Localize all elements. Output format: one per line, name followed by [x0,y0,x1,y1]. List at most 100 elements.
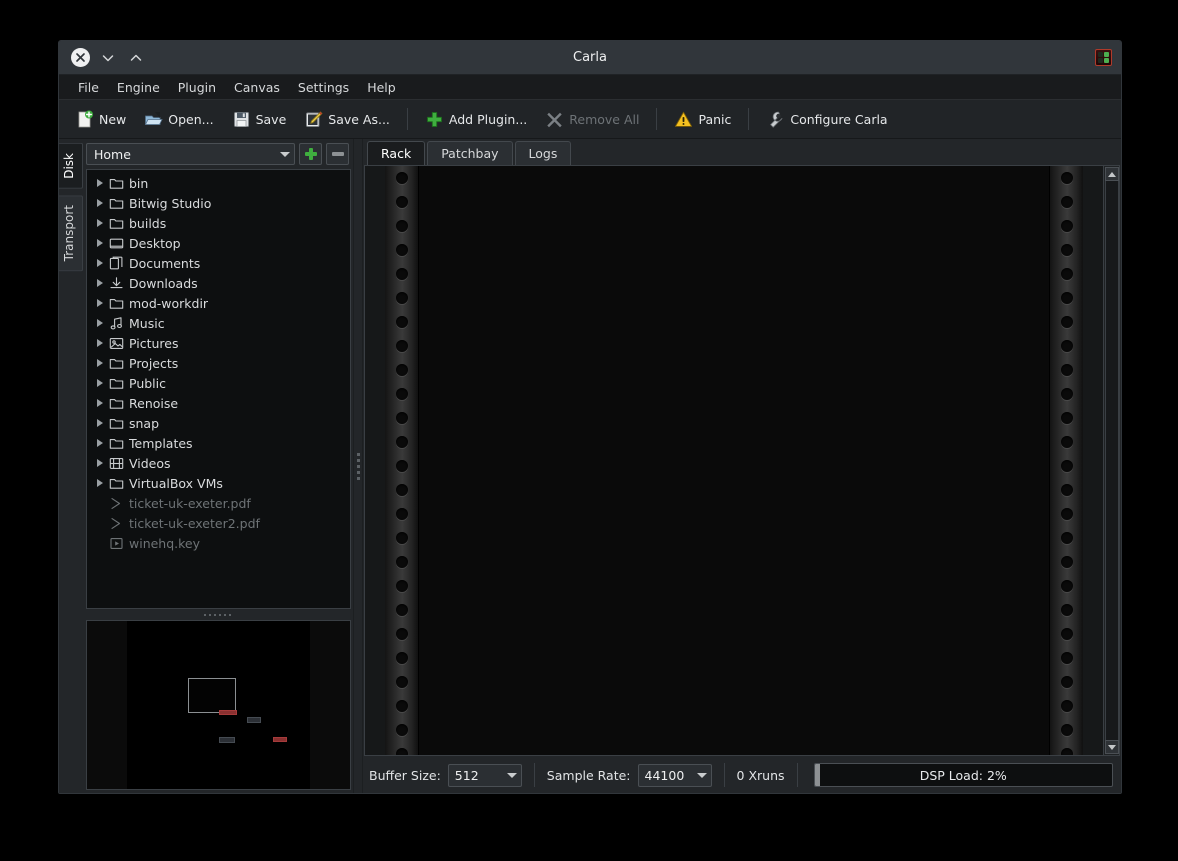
expand-arrow-icon[interactable] [93,219,107,227]
remove-location-button[interactable] [326,143,349,165]
videos-film-icon [107,456,126,471]
file-tree-row-label: mod-workdir [129,295,209,311]
file-tree-row[interactable]: Projects [87,353,350,373]
new-button[interactable]: New [67,106,134,133]
file-tree-row-label: Documents [129,255,201,271]
rack-rail-hole [395,556,408,568]
minimap-selection-rectangle[interactable] [188,678,236,713]
rack-rail-hole [395,484,408,496]
file-tree-row[interactable]: VirtualBox VMs [87,473,350,493]
location-combo[interactable]: Home [86,143,295,165]
configure-carla-button[interactable]: Configure Carla [758,106,895,133]
minimize-button[interactable] [95,45,121,71]
scroll-down-button[interactable] [1104,740,1119,754]
right-pane: Rack Patchbay Logs Buffer Size: 512 Samp… [363,139,1121,793]
chevron-down-icon [280,151,290,157]
window-title: Carla [573,50,607,65]
file-tree-row[interactable]: Templates [87,433,350,453]
rack-scrollbar[interactable] [1103,166,1119,755]
scroll-up-button[interactable] [1104,167,1119,181]
menu-file[interactable]: File [69,77,108,98]
music-note-icon [107,316,126,331]
close-button[interactable] [67,45,93,71]
expand-arrow-icon[interactable] [93,339,107,347]
sidebar-item-disk[interactable]: Disk [59,143,83,189]
file-tree-row[interactable]: Desktop [87,233,350,253]
tab-rack[interactable]: Rack [367,141,426,165]
menu-engine[interactable]: Engine [108,77,169,98]
rack-rail-hole [1060,532,1073,544]
menu-settings[interactable]: Settings [289,77,358,98]
sample-rate-select[interactable]: 44100 [637,763,712,787]
file-tree-row[interactable]: Public [87,373,350,393]
add-location-button[interactable] [299,143,322,165]
expand-arrow-icon[interactable] [93,439,107,447]
file-tree-row-label: Templates [129,435,193,451]
file-tree-row[interactable]: builds [87,213,350,233]
tab-patchbay[interactable]: Patchbay [427,141,513,165]
file-tree-row[interactable]: mod-workdir [87,293,350,313]
vertical-splitter[interactable] [353,139,363,793]
file-tree-row[interactable]: ticket-uk-exeter.pdf [87,493,350,513]
save-button[interactable]: Save [224,106,295,133]
minimap-plugin-box [219,710,237,715]
file-tree-row-label: Music [129,315,165,331]
file-tree-row[interactable]: bin [87,173,350,193]
pdf-file-icon [107,516,126,531]
tab-logs[interactable]: Logs [514,141,572,165]
file-tree-row[interactable]: Renoise [87,393,350,413]
panic-button[interactable]: Panic [666,106,739,133]
rack-rail-hole [1060,268,1073,280]
buffer-size-select[interactable]: 512 [447,763,522,787]
menu-plugin[interactable]: Plugin [169,77,225,98]
file-tree-row[interactable]: Music [87,313,350,333]
scrollbar-track[interactable] [1104,181,1119,740]
expand-arrow-icon[interactable] [93,279,107,287]
expand-arrow-icon[interactable] [93,459,107,467]
minimap-plugin-box [273,737,287,742]
expand-arrow-icon[interactable] [93,479,107,487]
expand-arrow-icon[interactable] [93,319,107,327]
rack-rail-hole [1060,676,1073,688]
folder-icon [107,296,126,311]
folder-icon [107,216,126,231]
menu-help[interactable]: Help [358,77,405,98]
open-button[interactable]: Open... [136,106,221,133]
expand-arrow-icon[interactable] [93,399,107,407]
expand-arrow-icon[interactable] [93,419,107,427]
file-tree-row[interactable]: Bitwig Studio [87,193,350,213]
file-tree-row[interactable]: Videos [87,453,350,473]
horizontal-splitter[interactable] [83,609,351,620]
expand-arrow-icon[interactable] [93,259,107,267]
file-tree-row[interactable]: ticket-uk-exeter2.pdf [87,513,350,533]
file-tree-row[interactable]: winehq.key [87,533,350,553]
expand-arrow-icon[interactable] [93,239,107,247]
save-floppy-icon [232,110,251,129]
window-controls [59,45,149,71]
menu-canvas[interactable]: Canvas [225,77,289,98]
expand-arrow-icon[interactable] [93,359,107,367]
save-as-button[interactable]: Save As... [296,106,398,133]
file-tree[interactable]: bin Bitwig Studio builds Desktop Documents Do… [86,169,351,609]
expand-arrow-icon[interactable] [93,299,107,307]
rack-rail-hole [1060,364,1073,376]
file-tree-row[interactable]: Pictures [87,333,350,353]
expand-arrow-icon[interactable] [93,379,107,387]
rack-canvas[interactable] [365,166,1103,755]
save-as-pencil-icon [304,110,323,129]
rack-empty-area[interactable] [419,166,1049,755]
file-tree-row[interactable]: Documents [87,253,350,273]
file-tree-row-label: snap [129,415,160,431]
file-tree-row[interactable]: Downloads [87,273,350,293]
rack-rail-hole [1060,652,1073,664]
expand-arrow-icon[interactable] [93,179,107,187]
file-tree-row[interactable]: snap [87,413,350,433]
remove-all-button[interactable]: Remove All [537,106,647,133]
expand-arrow-icon[interactable] [93,199,107,207]
xruns-label[interactable]: 0 Xruns [737,768,785,783]
sidebar-item-transport[interactable]: Transport [59,194,83,272]
patchbay-minimap[interactable] [86,620,351,790]
add-plugin-button[interactable]: Add Plugin... [417,106,535,133]
toolbar-separator-2 [656,108,658,130]
maximize-button[interactable] [123,45,149,71]
